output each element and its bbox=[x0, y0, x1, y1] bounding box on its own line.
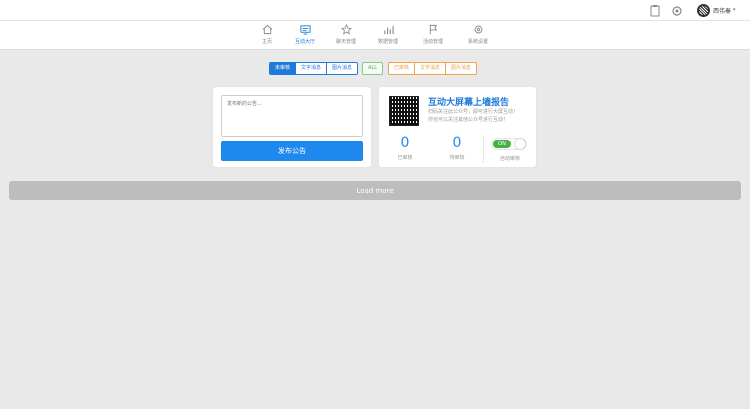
nav-item-activity[interactable]: 活动管理 bbox=[413, 24, 453, 45]
stat-pending: 0 待审核 bbox=[431, 135, 483, 161]
filter-all: ALL bbox=[362, 62, 383, 75]
home-icon bbox=[262, 24, 272, 35]
user-menu[interactable]: 西伟秦 ▾ bbox=[697, 3, 736, 17]
publish-announcement-button[interactable]: 发布公告 bbox=[221, 141, 363, 161]
bar-chart-icon bbox=[383, 25, 394, 35]
filter-text-button[interactable]: 文字消息 bbox=[414, 63, 446, 74]
filter-group-all: ALL bbox=[362, 62, 383, 75]
nav-item-data[interactable]: 数据管理 bbox=[368, 24, 408, 45]
filter-unreviewed-button[interactable]: 未审核 bbox=[270, 63, 296, 74]
load-more-button[interactable]: Load more bbox=[9, 181, 741, 200]
report-description: 扫码关注此公众号，即可进行大屏互动！ 你也可以关注其他公众号进行互动！ bbox=[428, 108, 518, 124]
filter-reviewed: 已审核 文字消息 图片消息 bbox=[388, 62, 478, 75]
filter-all-button[interactable]: ALL bbox=[363, 63, 382, 74]
nav-item-hall[interactable]: 互动大厅 bbox=[285, 24, 325, 45]
user-name: 西伟秦 bbox=[713, 7, 732, 15]
report-title[interactable]: 互动大屏幕上墙报告 bbox=[428, 95, 509, 108]
nav-item-chat[interactable]: 聊天管理 bbox=[326, 24, 366, 45]
stat-label: 已审核 bbox=[397, 155, 413, 161]
flag-icon bbox=[429, 24, 437, 35]
filter-group-reviewed: 已审核 文字消息 图片消息 bbox=[388, 62, 478, 75]
stat-value: 0 bbox=[400, 135, 410, 151]
chevron-down-icon: ▾ bbox=[733, 7, 736, 13]
filter-group-unreviewed: 未审核 文字消息 图片消息 bbox=[269, 62, 359, 75]
top-bar: 西伟秦 ▾ bbox=[0, 0, 750, 21]
toggle-caption: 自动审核 bbox=[499, 156, 520, 162]
nav-label: 数据管理 bbox=[377, 39, 398, 45]
report-desc-line: 扫码关注此公众号，即可进行大屏互动！ bbox=[428, 109, 519, 115]
nav-label: 互动大厅 bbox=[294, 39, 315, 45]
clipboard-icon[interactable] bbox=[648, 3, 662, 17]
filter-text-button[interactable]: 文字消息 bbox=[295, 63, 327, 74]
filter-image-button[interactable]: 图片消息 bbox=[326, 63, 358, 74]
gear-icon[interactable] bbox=[670, 3, 684, 17]
report-desc-line: 你也可以关注其他公众号进行互动！ bbox=[428, 117, 509, 123]
nav-item-home[interactable]: 主页 bbox=[247, 24, 287, 45]
nav-item-settings[interactable]: 系统设置 bbox=[458, 24, 498, 45]
filter-reviewed-button[interactable]: 已审核 bbox=[389, 63, 415, 74]
announcement-input[interactable] bbox=[221, 95, 363, 137]
post-announcement-card: 发布公告 bbox=[213, 87, 371, 167]
filter-unreviewed: 未审核 文字消息 图片消息 bbox=[269, 62, 359, 75]
toggle-on-label: ON bbox=[493, 140, 511, 148]
stat-reviewed: 0 已审核 bbox=[379, 135, 431, 161]
gear-icon bbox=[474, 25, 482, 34]
nav-label: 主页 bbox=[261, 39, 272, 45]
avatar bbox=[697, 3, 710, 17]
nav-label: 聊天管理 bbox=[335, 39, 356, 45]
report-card: 互动大屏幕上墙报告 扫码关注此公众号，即可进行大屏互动！ 你也可以关注其他公众号… bbox=[379, 87, 536, 167]
filter-image-button[interactable]: 图片消息 bbox=[445, 63, 477, 74]
nav-label: 系统设置 bbox=[467, 39, 488, 45]
stat-value: 0 bbox=[452, 135, 462, 151]
main-nav: 主页 互动大厅 聊天管理 数据管理 活动管理 系统设置 bbox=[0, 21, 750, 50]
stat-label: 待审核 bbox=[449, 155, 465, 161]
nav-label: 活动管理 bbox=[422, 39, 443, 45]
auto-review-toggle[interactable]: ON bbox=[491, 138, 527, 150]
toggle-knob bbox=[514, 138, 526, 150]
star-icon bbox=[340, 24, 352, 35]
display-icon bbox=[299, 25, 311, 35]
qr-code-image bbox=[389, 96, 419, 126]
